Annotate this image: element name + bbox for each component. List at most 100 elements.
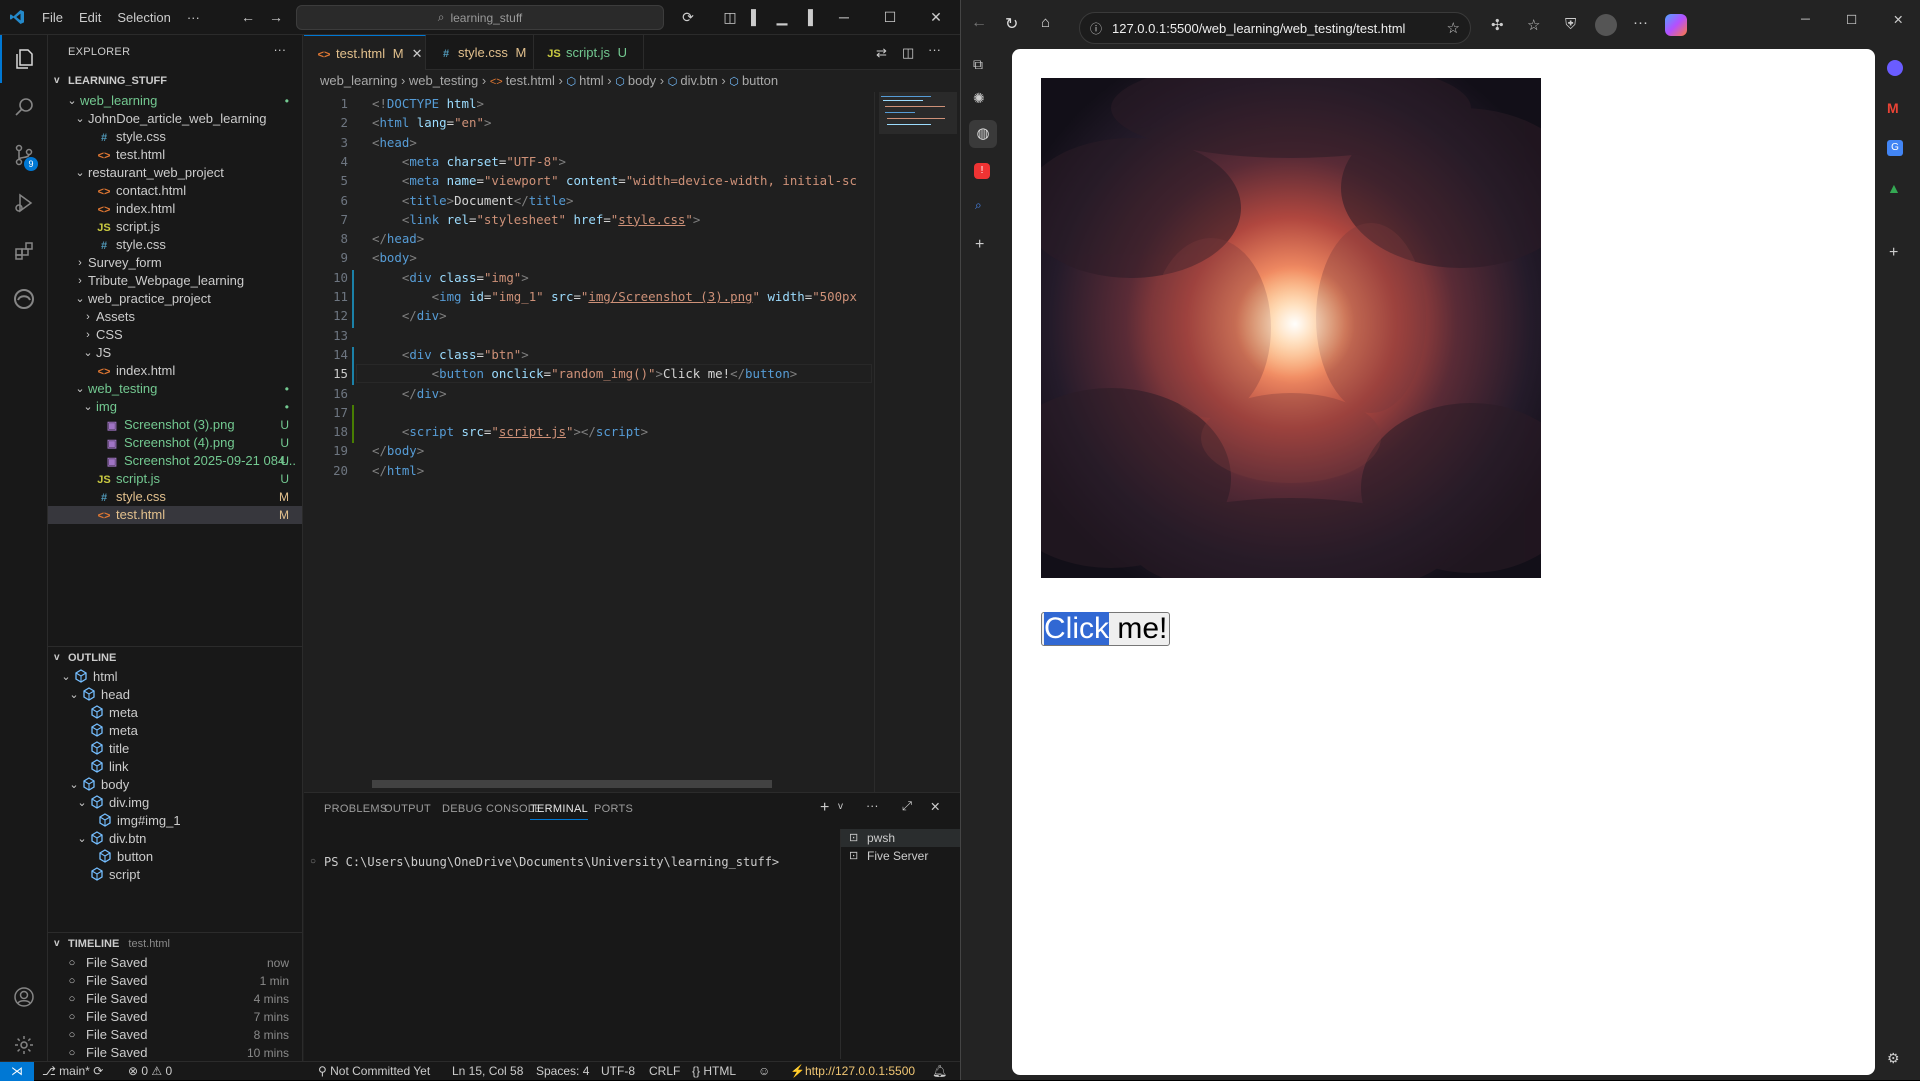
menu-selection[interactable]: Selection	[109, 0, 178, 35]
minimize-icon[interactable]: ─	[832, 5, 856, 29]
close-window-icon[interactable]: ✕	[924, 5, 948, 29]
tree-item[interactable]: <> index.html	[48, 200, 302, 218]
toggle-sidebar-icon[interactable]: ▌	[744, 5, 768, 29]
tree-item[interactable]: # style.css M	[48, 488, 302, 506]
refresh-icon[interactable]: ↻	[1005, 14, 1018, 34]
split-editor-icon[interactable]: ◫	[902, 45, 914, 61]
encoding[interactable]: UTF-8	[601, 1062, 635, 1081]
notifications-icon[interactable]: 🔔︎	[932, 1062, 947, 1081]
menu-edit[interactable]: Edit	[71, 0, 109, 35]
toggle-panel-icon[interactable]: ▁	[770, 5, 794, 29]
timeline-item[interactable]: ○ File Saved 10 mins	[48, 1044, 302, 1061]
tree-item[interactable]: ▣ Screenshot (4).png U	[48, 434, 302, 452]
live-server-status[interactable]: ⚡http://127.0.0.1:5500	[790, 1062, 915, 1081]
more-actions-icon[interactable]: ···	[274, 43, 287, 57]
tree-item[interactable]: <> index.html	[48, 362, 302, 380]
open-changes-icon[interactable]: ⇄	[876, 45, 887, 61]
copilot-status-icon[interactable]: ☺	[758, 1062, 770, 1081]
translate-icon[interactable]: G	[1887, 140, 1903, 156]
tab-search-icon[interactable]: ⌕	[975, 198, 982, 213]
copilot-icon[interactable]	[1665, 14, 1687, 36]
favorites-icon[interactable]: ☆	[1527, 16, 1540, 34]
outline-item[interactable]: ⌄ head	[48, 686, 302, 704]
terminal-pwsh[interactable]: ⊡ pwsh	[841, 829, 961, 847]
outline-item[interactable]: ⌄ body	[48, 776, 302, 794]
accounts-icon[interactable]	[0, 973, 48, 1021]
outline-item[interactable]: link	[48, 758, 302, 776]
copilot-icon[interactable]: ⟳	[676, 5, 700, 29]
breadcrumb-item[interactable]: div.btn	[680, 73, 717, 88]
customize-layout-icon[interactable]: ◫	[718, 5, 742, 29]
source-control-icon[interactable]: 9	[0, 131, 48, 179]
back-icon[interactable]: ←	[971, 14, 987, 32]
home-icon[interactable]: ⌂	[1041, 14, 1050, 31]
tree-item[interactable]: ⌄ JohnDoe_article_web_learning	[48, 110, 302, 128]
maximize-panel-icon[interactable]: ⤢	[902, 799, 912, 814]
tree-item[interactable]: ▣ Screenshot 2025-09-21 084... U	[48, 452, 302, 470]
breadcrumb-item[interactable]: web_testing	[409, 73, 478, 88]
tree-item[interactable]: › Tribute_Webpage_learning	[48, 272, 302, 290]
breadcrumb-item[interactable]: test.html	[506, 73, 555, 88]
tree-item[interactable]: › Survey_form	[48, 254, 302, 272]
panel-tab[interactable]: TERMINAL	[530, 803, 589, 820]
timeline-item[interactable]: ○ File Saved 8 mins	[48, 1026, 302, 1044]
outline-item[interactable]: meta	[48, 704, 302, 722]
line-ending[interactable]: CRLF	[649, 1062, 680, 1081]
maximize-icon[interactable]: ☐	[1846, 12, 1857, 27]
language-mode[interactable]: {} HTML	[692, 1062, 736, 1081]
terminal-prompt[interactable]: PS C:\Users\buung\OneDrive\Documents\Uni…	[324, 855, 779, 869]
extensions-icon[interactable]	[0, 227, 48, 275]
timeline-item[interactable]: ○ File Saved now	[48, 954, 302, 972]
tree-item[interactable]: JS script.js U	[48, 470, 302, 488]
new-tab-icon[interactable]: +	[975, 236, 984, 254]
search-sidebar-icon[interactable]	[0, 83, 48, 131]
panel-more-icon[interactable]: ···	[866, 799, 879, 813]
editor-tab[interactable]: <> test.html M ✕	[304, 35, 426, 71]
messenger-icon[interactable]	[1887, 60, 1903, 76]
panel-tab[interactable]: PORTS	[594, 803, 633, 815]
tree-item[interactable]: ⌄ img •	[48, 398, 302, 416]
browser-essentials-icon[interactable]: ⛨	[1565, 16, 1576, 33]
add-sidebar-app-icon[interactable]: +	[1889, 244, 1898, 262]
tree-item[interactable]: ⌄ web_testing •	[48, 380, 302, 398]
edge-devtools-icon[interactable]	[0, 275, 48, 323]
chevron-down-icon[interactable]: v	[838, 801, 843, 812]
tab-app-icon[interactable]: !	[974, 163, 990, 179]
menu-more[interactable]: ···	[179, 0, 208, 35]
favorite-star-icon[interactable]: ☆	[1447, 19, 1460, 37]
terminal-five-server[interactable]: ⊡ Five Server	[841, 847, 961, 865]
timeline-header[interactable]: v TIMELINE test.html	[48, 932, 302, 954]
site-info-icon[interactable]: ⓘ	[1090, 20, 1102, 37]
extensions-puzzle-icon[interactable]: ✣	[1491, 16, 1504, 34]
close-tab-icon[interactable]: ✕	[412, 46, 423, 61]
drive-icon[interactable]: ▲	[1887, 180, 1901, 196]
problems-count[interactable]: ⊗ 0 ⚠ 0	[128, 1062, 172, 1081]
click-me-button[interactable]: Click me!	[1041, 612, 1171, 646]
gmail-icon[interactable]: M	[1887, 100, 1899, 116]
code-editor[interactable]: 1 <!DOCTYPE html> 2 <html lang="en"> 3 <head>…	[304, 92, 960, 792]
editor-tab[interactable]: JS script.js U	[534, 35, 644, 70]
sidebar-settings-icon[interactable]: ⚙	[1887, 1050, 1900, 1067]
tree-item[interactable]: JS script.js	[48, 218, 302, 236]
outline-item[interactable]: ⌄ div.img	[48, 794, 302, 812]
forward-arrow-icon[interactable]: →	[264, 5, 288, 29]
git-branch[interactable]: ⎇ main* ⟳	[42, 1062, 103, 1081]
tab-actions-icon[interactable]: ⧉	[973, 56, 983, 73]
editor-more-icon[interactable]: ···	[928, 42, 941, 57]
tree-item[interactable]: ⌄ web_learning •	[48, 92, 302, 110]
command-center-search[interactable]: ⌕ learning_stuff	[296, 5, 664, 30]
tree-item[interactable]: ⌄ restaurant_web_project	[48, 164, 302, 182]
workspace-root[interactable]: v LEARNING_STUFF	[48, 70, 302, 92]
tree-item[interactable]: ▣ Screenshot (3).png U	[48, 416, 302, 434]
timeline-item[interactable]: ○ File Saved 1 min	[48, 972, 302, 990]
tree-item[interactable]: <> test.html	[48, 146, 302, 164]
breadcrumb-item[interactable]: html	[579, 73, 604, 88]
new-terminal-icon[interactable]: +	[820, 799, 829, 817]
menu-file[interactable]: File	[34, 0, 71, 35]
outline-item[interactable]: ⌄ html	[48, 668, 302, 686]
outline-item[interactable]: ⌄ div.btn	[48, 830, 302, 848]
breadcrumb-item[interactable]: button	[742, 73, 778, 88]
outline-item[interactable]: button	[48, 848, 302, 866]
outline-item[interactable]: script	[48, 866, 302, 884]
maximize-icon[interactable]: ☐	[878, 5, 902, 29]
